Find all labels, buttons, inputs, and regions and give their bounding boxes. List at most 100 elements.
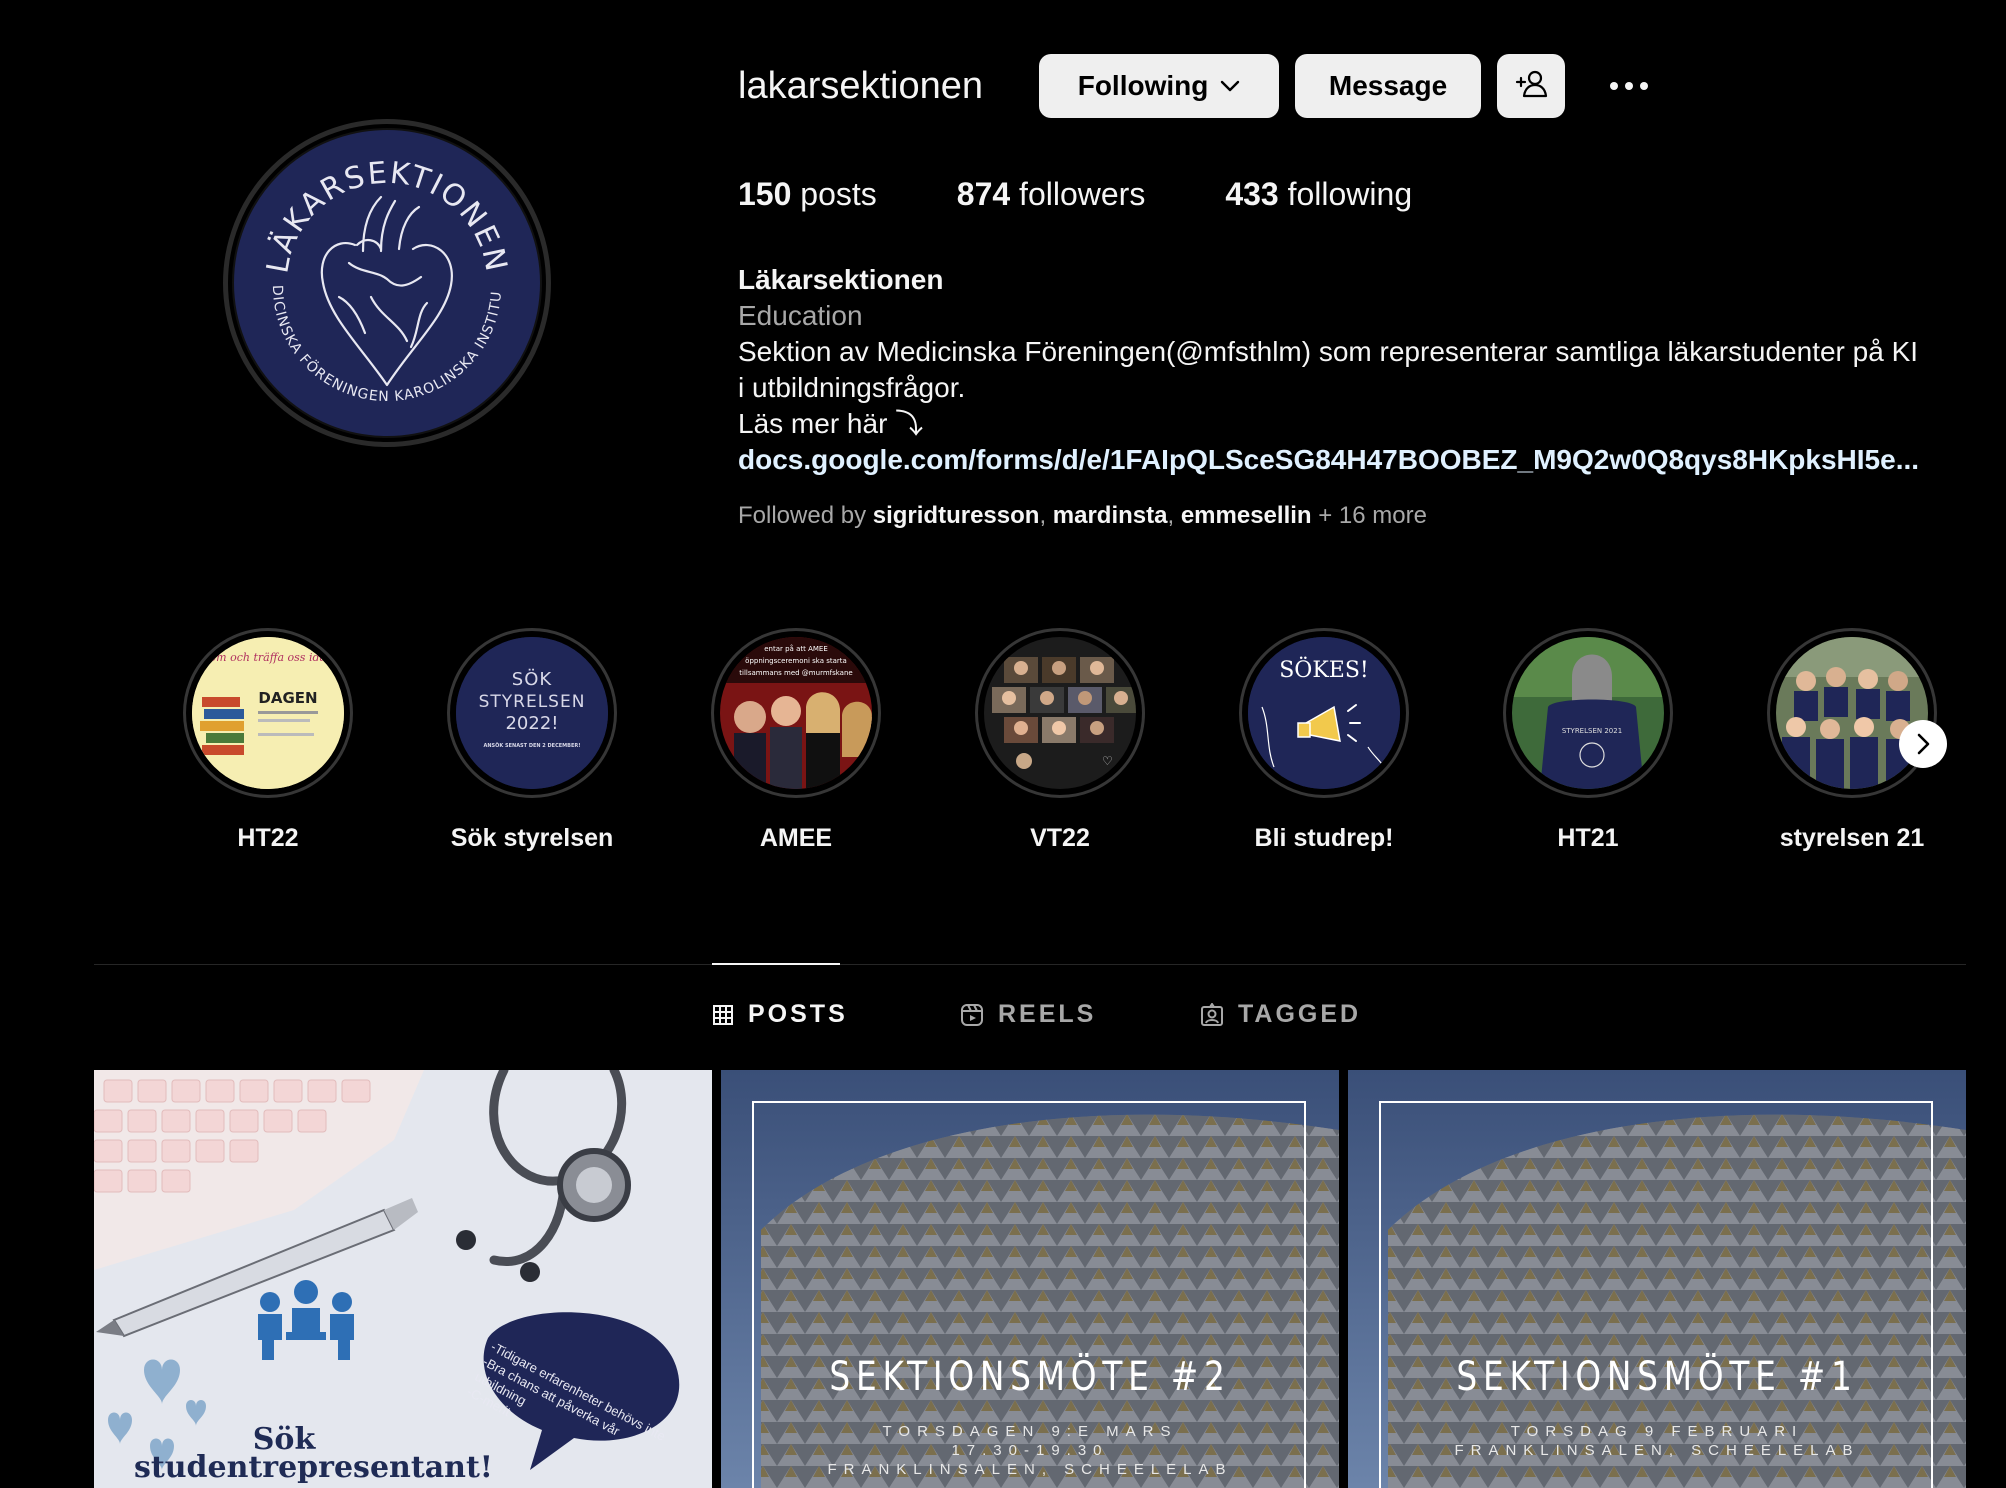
following-stat[interactable]: 433 following [1225,176,1412,213]
add-user-button[interactable] [1497,54,1566,118]
highlight-label: Bli studrep! [1254,824,1394,852]
highlight-ht22[interactable]: kom och träffa oss idag DAGEN HT22 [183,628,353,853]
post-subtitle: TORSDAG 9 FEBRUARI FRANKLINSALEN, SCHEEL… [1454,1423,1860,1459]
followed-by-more[interactable]: + 16 more [1318,502,1427,529]
svg-text:♡: ♡ [1102,754,1113,768]
highlight-label: HT21 [1557,824,1619,852]
svg-text:öppningsceremoni ska starta: öppningsceremoni ska starta [745,657,847,665]
highlight-thumbnail: STYRELSEN 2021 [1512,637,1664,789]
lakarsektionen-logo: LÄKARSEKTIONEN MEDICINSKA FÖRENINGEN KAR… [231,127,542,438]
followed-by-user[interactable]: mardinsta [1053,502,1168,529]
followers-count: 874 [956,176,1011,212]
more-options-button[interactable] [1601,58,1657,114]
bio-text-line: i utbildningsfrågor. [738,372,966,403]
tabs-divider [94,964,1966,965]
highlight-cover-image: entar på att AMEE öppningsceremoni ska s… [720,637,872,789]
bio-link[interactable]: docs.google.com/forms/d/e/1FAIpQLSceSG84… [738,442,1968,478]
highlight-thumbnail: SÖK STYRELSEN 2022! ANSÖK SENAST DEN 2 D… [456,637,608,789]
username: lakarsektionen [738,64,984,107]
followers-label: followers [1019,176,1146,212]
highlight-thumbnail: SÖKES! [1248,637,1400,789]
story-highlights: kom och träffa oss idag DAGEN HT22 SÖK S… [0,628,2006,858]
more-icon-dot [1640,82,1649,90]
posts-label: posts [800,176,877,212]
svg-text:kom och träffa oss idag: kom och träffa oss idag [203,651,333,664]
tagged-icon [1201,1002,1223,1026]
following-count: 433 [1225,176,1279,212]
post-subtitle: TORSDAGEN 9:E MARS 17.30-19.30 FRANKLINS… [827,1423,1233,1478]
bio-category: Education [738,300,863,331]
highlight-cover-image: SÖKES! [1248,637,1400,789]
highlights-next-button[interactable] [1899,720,1947,768]
svg-text:SÖKES!: SÖKES! [1279,656,1369,683]
post-grid: Sök studentrepresentant! -Tidigare erfar… [94,1070,1966,1488]
svg-text:STYRELSEN 2021: STYRELSEN 2021 [1562,727,1622,735]
svg-text:entar på att AMEE: entar på att AMEE [764,644,828,653]
bio-name: Läkarsektionen [738,264,944,295]
svg-text:tillsammans med @murmfskane: tillsammans med @murmfskane [739,669,852,677]
post-title: SEKTIONSMÖTE #1 [1456,1354,1858,1400]
highlight-label: VT22 [1030,824,1090,852]
highlight-thumbnail [1776,637,1928,789]
post-title-line: studentrepresentant! [134,1450,493,1485]
reels-icon [961,1003,983,1026]
highlight-ht21[interactable]: STYRELSEN 2021 HT21 [1503,628,1673,853]
highlight-label: Sök styrelsen [450,824,614,852]
tab-posts[interactable]: POSTS [712,1000,848,1029]
tab-label: POSTS [748,1000,848,1028]
post-tile[interactable]: SEKTIONSMÖTE #1 TORSDAG 9 FEBRUARI FRANK… [1348,1070,1966,1488]
profile-avatar[interactable]: LÄKARSEKTIONEN MEDICINSKA FÖRENINGEN KAR… [223,119,551,447]
highlight-thumbnail: ♡ [984,637,1136,789]
highlight-label: HT22 [237,824,299,852]
followed-by-user[interactable]: sigridturesson [873,502,1040,529]
chevron-right-icon [1917,733,1930,755]
tab-label: REELS [998,1000,1097,1028]
highlight-vt22[interactable]: ♡ VT22 [975,628,1145,853]
svg-text:DAGEN: DAGEN [258,689,317,707]
highlight-cover-image: ♡ [984,637,1136,789]
highlight-thumbnail: entar på att AMEE öppningsceremoni ska s… [720,637,872,789]
svg-text:STYRELSEN: STYRELSEN [479,692,586,712]
more-icon-dot [1625,82,1634,90]
grid-icon [713,1004,733,1025]
following-stat-label: following [1287,176,1413,212]
bio-text-line: Läs mer här ⤵ [738,408,924,439]
followed-by-prefix: Followed by [738,502,867,529]
highlight-bli-studrep[interactable]: SÖKES! Bli studrep! [1239,628,1409,853]
svg-text:ANSÖK SENAST DEN 2 DECEMBER!: ANSÖK SENAST DEN 2 DECEMBER! [483,742,580,749]
post-tile[interactable]: Sök studentrepresentant! -Tidigare erfar… [94,1070,712,1488]
chevron-down-icon [1220,80,1240,92]
bio-text-line: Sektion av Medicinska Föreningen(@mfsthl… [738,336,1919,367]
profile-header-row: lakarsektionen Following Message [738,54,1657,118]
followed-by[interactable]: Followed by sigridturesson, mardinsta, e… [738,502,1427,530]
post-title: Sök studentrepresentant! [134,1425,493,1485]
profile-tabs: POSTS REELS TAGGED [0,1000,2006,1040]
message-button[interactable]: Message [1295,54,1482,118]
svg-text:SÖK: SÖK [512,668,553,690]
highlight-label: styrelsen 21 [1779,824,1925,852]
profile-bio: Läkarsektionen Education Sektion av Medi… [738,262,1968,478]
posts-count: 150 [738,176,792,212]
highlight-cover-image: kom och träffa oss idag DAGEN [192,637,344,789]
following-button[interactable]: Following [1039,54,1280,118]
highlight-cover-image [1776,637,1928,789]
highlight-amee[interactable]: entar på att AMEE öppningsceremoni ska s… [711,628,881,853]
svg-text:2022!: 2022! [505,713,558,734]
highlight-thumbnail: kom och träffa oss idag DAGEN [192,637,344,789]
more-icon-dot [1610,82,1619,90]
posts-stat: 150 posts [738,176,877,213]
tab-tagged[interactable]: TAGGED [1200,1000,1361,1029]
post-tile[interactable]: SEKTIONSMÖTE #2 TORSDAGEN 9:E MARS 17.30… [721,1070,1339,1488]
highlight-label: AMEE [759,824,833,852]
followers-stat[interactable]: 874 followers [957,176,1146,213]
add-user-icon [1514,68,1548,105]
post-title: SEKTIONSMÖTE #2 [829,1354,1231,1400]
active-tab-indicator [712,963,840,965]
profile-stats: 150 posts 874 followers 433 following [738,176,1492,213]
highlight-sok-styrelsen[interactable]: SÖK STYRELSEN 2022! ANSÖK SENAST DEN 2 D… [447,628,617,853]
following-label: Following [1077,70,1209,101]
highlight-cover-image: STYRELSEN 2021 [1512,637,1664,789]
followed-by-user[interactable]: emmesellin [1181,502,1312,529]
tab-reels[interactable]: REELS [960,1000,1096,1029]
highlight-cover-image: SÖK STYRELSEN 2022! ANSÖK SENAST DEN 2 D… [456,637,608,789]
